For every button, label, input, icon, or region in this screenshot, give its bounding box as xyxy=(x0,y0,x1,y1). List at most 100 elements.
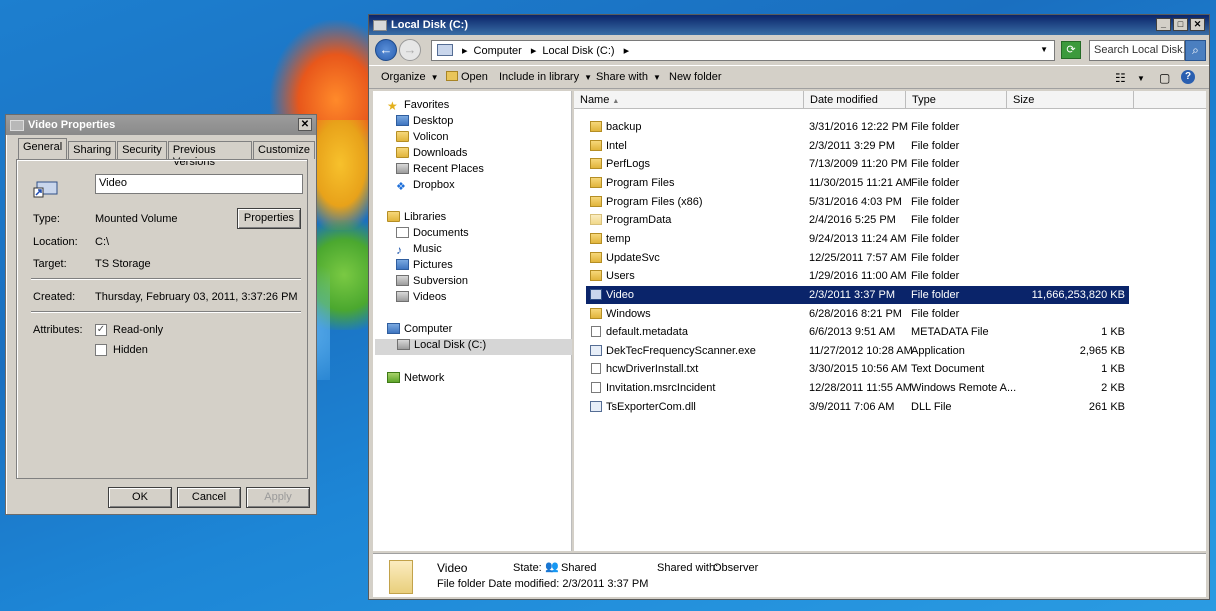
file-row[interactable]: Intel 2/3/2011 3:29 PM File folder xyxy=(586,137,1129,155)
nav-item-subversion[interactable]: Subversion xyxy=(396,275,468,291)
nav-item-label: Videos xyxy=(413,291,447,303)
ok-button[interactable]: OK xyxy=(108,487,172,508)
new-folder-button[interactable]: New folder xyxy=(669,71,722,83)
open-button[interactable]: Open xyxy=(446,71,488,83)
nav-item-label: Dropbox xyxy=(413,179,455,191)
apply-button[interactable]: Apply xyxy=(246,487,310,508)
nav-item-volicon[interactable]: Volicon xyxy=(396,131,448,147)
nav-item-local-disk[interactable]: Local Disk (C:) xyxy=(375,339,572,355)
file-row[interactable]: Windows 6/28/2016 8:21 PM File folder xyxy=(586,305,1129,323)
tab-general[interactable]: General xyxy=(18,138,68,159)
details-type-line: File folder Date modified: 2/3/2011 3:37… xyxy=(437,578,649,590)
nav-libraries[interactable]: Libraries xyxy=(387,211,446,227)
breadcrumb-local-disk[interactable]: Local Disk (C:) xyxy=(542,45,614,57)
nav-item-dropbox[interactable]: ❖ Dropbox xyxy=(396,179,455,195)
nav-item-recent-places[interactable]: Recent Places xyxy=(396,163,484,179)
include-label: Include in library xyxy=(499,71,580,83)
search-icon[interactable]: ⌕ xyxy=(1185,40,1206,61)
nav-item-desktop[interactable]: Desktop xyxy=(396,115,453,131)
forward-arrow-icon[interactable]: → xyxy=(399,39,421,61)
search-input[interactable]: Search Local Disk... xyxy=(1089,40,1185,61)
folder-icon xyxy=(590,251,602,263)
file-type: Application xyxy=(911,344,965,357)
readonly-checkbox[interactable]: ✓ xyxy=(95,324,107,336)
address-bar[interactable]: ▸ Computer ▸ Local Disk (C:) ▸ ▼ xyxy=(431,40,1055,61)
chevron-down-icon[interactable]: ▼ xyxy=(1137,74,1145,83)
close-icon[interactable]: ✕ xyxy=(298,118,312,131)
file-row[interactable]: Users 1/29/2016 11:00 AM File folder xyxy=(586,267,1129,285)
cancel-button[interactable]: Cancel xyxy=(177,487,241,508)
file-size: 11,666,253,820 KB xyxy=(1031,288,1125,301)
explorer-titlebar[interactable]: Local Disk (C:) _ □ ✕ xyxy=(369,15,1209,35)
pictures-icon xyxy=(396,259,409,270)
divider xyxy=(31,278,301,280)
nav-item-documents[interactable]: Documents xyxy=(396,227,469,243)
file-row[interactable]: Program Files 11/30/2015 11:21 AM File fol… xyxy=(586,174,1129,192)
file-row[interactable]: default.metadata 6/6/2013 9:51 AM METADATA… xyxy=(586,323,1129,341)
file-type: File folder xyxy=(911,288,960,301)
location-value: C:\ xyxy=(95,236,110,248)
file-name: hcwDriverInstall.txt xyxy=(606,363,699,376)
column-name[interactable]: Name ▲ xyxy=(574,91,804,109)
nav-item-downloads[interactable]: Downloads xyxy=(396,147,467,163)
back-arrow-icon[interactable]: ← xyxy=(375,39,397,61)
dialog-titlebar[interactable]: Video Properties ✕ xyxy=(6,115,316,135)
file-type: DLL File xyxy=(911,400,952,413)
properties-button[interactable]: Properties xyxy=(237,208,301,229)
breadcrumb-computer[interactable]: Computer xyxy=(474,45,522,57)
help-icon[interactable]: ? xyxy=(1181,70,1195,84)
name-field[interactable]: Video xyxy=(95,174,303,194)
file-row[interactable]: backup 3/31/2016 12:22 PM File folder xyxy=(586,118,1129,136)
nav-item-music[interactable]: ♪ Music xyxy=(396,243,442,259)
folder-icon xyxy=(590,139,602,151)
organize-button[interactable]: Organize ▼ xyxy=(381,71,439,83)
view-options-icon[interactable]: ☷ xyxy=(1115,71,1126,85)
file-name: Intel xyxy=(606,139,627,152)
refresh-icon[interactable]: ⟳ xyxy=(1061,41,1081,59)
nav-computer[interactable]: Computer xyxy=(387,323,452,339)
column-size[interactable]: Size xyxy=(1007,91,1134,109)
chevron-down-icon[interactable]: ▼ xyxy=(1040,45,1048,54)
column-type[interactable]: Type xyxy=(906,91,1007,109)
folder-icon xyxy=(396,131,409,142)
close-icon[interactable]: ✕ xyxy=(1190,18,1205,31)
file-type: File folder xyxy=(911,232,960,245)
minimize-icon[interactable]: _ xyxy=(1156,18,1171,31)
nav-item-pictures[interactable]: Pictures xyxy=(396,259,453,275)
file-row[interactable]: Program Files (x86) 5/31/2016 4:03 PM File… xyxy=(586,193,1129,211)
open-folder-icon xyxy=(446,71,458,81)
organize-label: Organize xyxy=(381,71,426,83)
file-row[interactable]: UpdateSvc 12/25/2011 7:57 AM File folder xyxy=(586,249,1129,267)
video-properties-dialog: Video Properties ✕ General Sharing Secur… xyxy=(5,114,317,515)
hidden-checkbox[interactable] xyxy=(95,344,107,356)
tab-previous-versions[interactable]: Previous Versions xyxy=(167,141,253,168)
file-row[interactable]: hcwDriverInstall.txt 3/30/2015 10:56 AM Te… xyxy=(586,360,1129,378)
maximize-icon[interactable]: □ xyxy=(1173,18,1188,31)
column-date-modified[interactable]: Date modified xyxy=(804,91,906,109)
file-row[interactable]: PerfLogs 7/13/2009 11:20 PM File folder xyxy=(586,155,1129,173)
include-in-library-button[interactable]: Include in library ▼ xyxy=(499,71,592,83)
file-type: File folder xyxy=(911,121,960,133)
tab-customize[interactable]: Customize xyxy=(253,141,315,159)
subversion-icon xyxy=(396,275,409,286)
folder-icon xyxy=(389,560,413,594)
file-row[interactable]: Invitation.msrcIncident 12/28/2011 11:55 … xyxy=(586,379,1129,397)
command-bar: Organize ▼ Open Include in library ▼ Share… xyxy=(369,65,1209,89)
file-row[interactable]: ProgramData 2/4/2016 5:25 PM File folder xyxy=(586,211,1129,229)
file-row[interactable]: TsExporterCom.dll 3/9/2011 7:06 AM DLL Fil… xyxy=(586,398,1129,416)
nav-item-videos[interactable]: Videos xyxy=(396,291,446,307)
file-row[interactable]: Video 2/3/2011 3:37 PM File folder 11,666,2… xyxy=(586,285,1129,304)
file-row[interactable]: temp 9/24/2013 11:24 AM File folder xyxy=(586,230,1129,248)
share-with-button[interactable]: Share with ▼ xyxy=(596,71,661,83)
tab-sharing[interactable]: Sharing xyxy=(68,141,117,159)
file-name: UpdateSvc xyxy=(606,251,660,264)
share-label: Share with xyxy=(596,71,648,83)
file-row[interactable]: DekTecFrequencyScanner.exe 11/27/2012 10:… xyxy=(586,342,1129,360)
nav-computer-label: Computer xyxy=(404,323,453,335)
nav-favorites[interactable]: ★ Favorites xyxy=(387,99,449,115)
nav-network[interactable]: Network xyxy=(387,372,444,388)
file-icon xyxy=(591,382,601,394)
tab-security[interactable]: Security xyxy=(117,141,167,159)
file-type: File folder xyxy=(911,158,960,171)
preview-pane-icon[interactable]: ▢ xyxy=(1159,71,1170,85)
